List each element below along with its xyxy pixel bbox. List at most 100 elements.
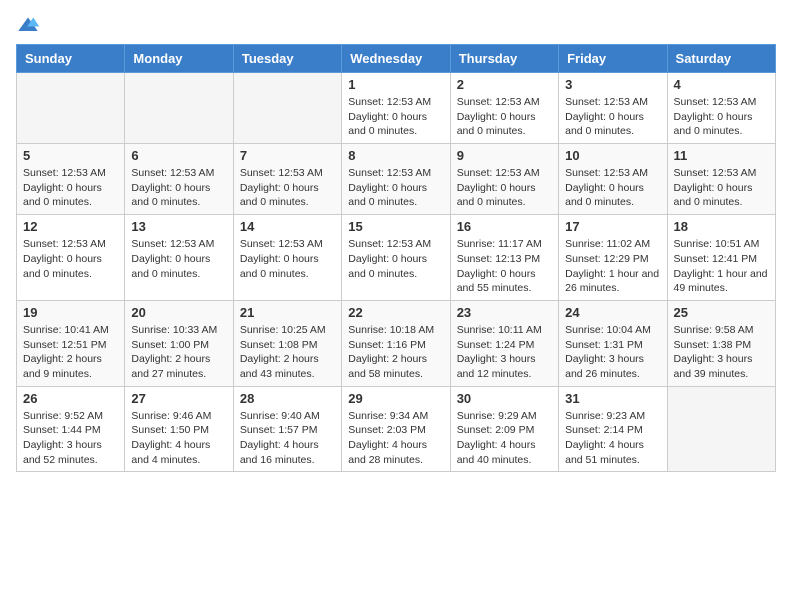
calendar-cell: 10 Sunset: 12:53 AM Daylight: 0 hours and… bbox=[559, 144, 667, 215]
calendar-cell: 30 Sunrise: 9:29 AM Sunset: 2:09 PM Dayli… bbox=[450, 386, 558, 472]
day-info: Sunrise: 9:29 AM Sunset: 2:09 PM Dayligh… bbox=[457, 409, 552, 468]
calendar-cell: 3 Sunset: 12:53 AM Daylight: 0 hours and … bbox=[559, 73, 667, 144]
day-info: Sunset: 12:53 AM Daylight: 0 hours and 0… bbox=[457, 166, 552, 210]
day-info: Sunset: 12:53 AM Daylight: 0 hours and 0… bbox=[23, 237, 118, 281]
day-info: Sunset: 12:53 AM Daylight: 0 hours and 0… bbox=[565, 95, 660, 139]
day-number: 14 bbox=[240, 219, 335, 234]
day-number: 29 bbox=[348, 391, 443, 406]
day-number: 12 bbox=[23, 219, 118, 234]
day-number: 31 bbox=[565, 391, 660, 406]
day-info: Sunset: 12:53 AM Daylight: 0 hours and 0… bbox=[457, 95, 552, 139]
day-info: Sunset: 12:53 AM Daylight: 0 hours and 0… bbox=[674, 166, 769, 210]
day-number: 21 bbox=[240, 305, 335, 320]
calendar-week-5: 26 Sunrise: 9:52 AM Sunset: 1:44 PM Dayli… bbox=[17, 386, 776, 472]
day-number: 25 bbox=[674, 305, 769, 320]
day-number: 1 bbox=[348, 77, 443, 92]
calendar-cell: 8 Sunset: 12:53 AM Daylight: 0 hours and … bbox=[342, 144, 450, 215]
day-number: 2 bbox=[457, 77, 552, 92]
calendar-week-1: 1 Sunset: 12:53 AM Daylight: 0 hours and … bbox=[17, 73, 776, 144]
calendar-cell: 17 Sunrise: 11:02 AM Sunset: 12:29 PM Day… bbox=[559, 215, 667, 301]
day-number: 16 bbox=[457, 219, 552, 234]
day-info: Sunrise: 9:58 AM Sunset: 1:38 PM Dayligh… bbox=[674, 323, 769, 382]
calendar-cell bbox=[233, 73, 341, 144]
weekday-header-wednesday: Wednesday bbox=[342, 45, 450, 73]
day-info: Sunrise: 9:23 AM Sunset: 2:14 PM Dayligh… bbox=[565, 409, 660, 468]
weekday-header-friday: Friday bbox=[559, 45, 667, 73]
calendar-cell: 29 Sunrise: 9:34 AM Sunset: 2:03 PM Dayli… bbox=[342, 386, 450, 472]
day-number: 30 bbox=[457, 391, 552, 406]
calendar-cell: 13Sunset: 12:53 AM Daylight: 0 hours and… bbox=[125, 215, 233, 301]
calendar-cell: 4 Sunset: 12:53 AM Daylight: 0 hours and … bbox=[667, 73, 775, 144]
calendar-cell bbox=[667, 386, 775, 472]
day-info: Sunset: 12:53 AM Daylight: 0 hours and 0… bbox=[348, 166, 443, 210]
day-number: 19 bbox=[23, 305, 118, 320]
calendar-header-row: SundayMondayTuesdayWednesdayThursdayFrid… bbox=[17, 45, 776, 73]
day-number: 10 bbox=[565, 148, 660, 163]
day-number: 4 bbox=[674, 77, 769, 92]
logo bbox=[16, 16, 44, 34]
calendar-cell: 7Sunset: 12:53 AM Daylight: 0 hours and … bbox=[233, 144, 341, 215]
calendar-cell: 15 Sunset: 12:53 AM Daylight: 0 hours and… bbox=[342, 215, 450, 301]
day-info: Sunrise: 11:17 AM Sunset: 12:13 PM Dayli… bbox=[457, 237, 552, 296]
calendar-cell: 22 Sunrise: 10:18 AM Sunset: 1:16 PM Dayl… bbox=[342, 300, 450, 386]
calendar-week-2: 5Sunset: 12:53 AM Daylight: 0 hours and … bbox=[17, 144, 776, 215]
weekday-header-sunday: Sunday bbox=[17, 45, 125, 73]
calendar-cell: 27Sunrise: 9:46 AM Sunset: 1:50 PM Dayli… bbox=[125, 386, 233, 472]
day-number: 26 bbox=[23, 391, 118, 406]
day-info: Sunrise: 11:02 AM Sunset: 12:29 PM Dayli… bbox=[565, 237, 660, 296]
logo-icon bbox=[16, 16, 40, 34]
day-number: 27 bbox=[131, 391, 226, 406]
day-info: Sunset: 12:53 AM Daylight: 0 hours and 0… bbox=[240, 237, 335, 281]
day-number: 6 bbox=[131, 148, 226, 163]
day-number: 24 bbox=[565, 305, 660, 320]
weekday-header-thursday: Thursday bbox=[450, 45, 558, 73]
calendar-cell: 25 Sunrise: 9:58 AM Sunset: 1:38 PM Dayli… bbox=[667, 300, 775, 386]
day-number: 17 bbox=[565, 219, 660, 234]
calendar-cell bbox=[17, 73, 125, 144]
day-info: Sunrise: 9:52 AM Sunset: 1:44 PM Dayligh… bbox=[23, 409, 118, 468]
calendar-cell: 18 Sunrise: 10:51 AM Sunset: 12:41 PM Day… bbox=[667, 215, 775, 301]
calendar-cell: 14 Sunset: 12:53 AM Daylight: 0 hours and… bbox=[233, 215, 341, 301]
day-info: Sunrise: 10:41 AM Sunset: 12:51 PM Dayli… bbox=[23, 323, 118, 382]
calendar-cell: 23 Sunrise: 10:11 AM Sunset: 1:24 PM Dayl… bbox=[450, 300, 558, 386]
calendar-cell bbox=[125, 73, 233, 144]
calendar-cell: 24 Sunrise: 10:04 AM Sunset: 1:31 PM Dayl… bbox=[559, 300, 667, 386]
calendar-cell: 16 Sunrise: 11:17 AM Sunset: 12:13 PM Day… bbox=[450, 215, 558, 301]
calendar-cell: 19 Sunrise: 10:41 AM Sunset: 12:51 PM Day… bbox=[17, 300, 125, 386]
day-number: 23 bbox=[457, 305, 552, 320]
calendar-cell: 2 Sunset: 12:53 AM Daylight: 0 hours and … bbox=[450, 73, 558, 144]
day-info: Sunset: 12:53 AM Daylight: 0 hours and 0… bbox=[674, 95, 769, 139]
day-info: Sunrise: 10:51 AM Sunset: 12:41 PM Dayli… bbox=[674, 237, 769, 296]
day-info: Sunset: 12:53 AM Daylight: 0 hours and 0… bbox=[565, 166, 660, 210]
day-number: 18 bbox=[674, 219, 769, 234]
day-number: 28 bbox=[240, 391, 335, 406]
calendar-cell: 1 Sunset: 12:53 AM Daylight: 0 hours and … bbox=[342, 73, 450, 144]
day-info: Sunrise: 9:34 AM Sunset: 2:03 PM Dayligh… bbox=[348, 409, 443, 468]
calendar-cell: 31 Sunrise: 9:23 AM Sunset: 2:14 PM Dayli… bbox=[559, 386, 667, 472]
day-info: Sunset: 12:53 AM Daylight: 0 hours and 0… bbox=[348, 95, 443, 139]
day-number: 8 bbox=[348, 148, 443, 163]
day-info: Sunrise: 10:04 AM Sunset: 1:31 PM Daylig… bbox=[565, 323, 660, 382]
day-number: 7 bbox=[240, 148, 335, 163]
day-number: 9 bbox=[457, 148, 552, 163]
calendar-cell: 26 Sunrise: 9:52 AM Sunset: 1:44 PM Dayli… bbox=[17, 386, 125, 472]
day-info: Sunset: 12:53 AM Daylight: 0 hours and 0… bbox=[23, 166, 118, 210]
day-number: 15 bbox=[348, 219, 443, 234]
calendar-cell: 11 Sunset: 12:53 AM Daylight: 0 hours and… bbox=[667, 144, 775, 215]
day-number: 22 bbox=[348, 305, 443, 320]
day-number: 13 bbox=[131, 219, 226, 234]
day-info: Sunrise: 10:25 AM Sunset: 1:08 PM Daylig… bbox=[240, 323, 335, 382]
day-number: 20 bbox=[131, 305, 226, 320]
day-number: 11 bbox=[674, 148, 769, 163]
calendar-cell: 9 Sunset: 12:53 AM Daylight: 0 hours and … bbox=[450, 144, 558, 215]
calendar-week-4: 19 Sunrise: 10:41 AM Sunset: 12:51 PM Day… bbox=[17, 300, 776, 386]
calendar-cell: 5Sunset: 12:53 AM Daylight: 0 hours and … bbox=[17, 144, 125, 215]
day-info: Sunrise: 10:18 AM Sunset: 1:16 PM Daylig… bbox=[348, 323, 443, 382]
calendar-week-3: 12 Sunset: 12:53 AM Daylight: 0 hours and… bbox=[17, 215, 776, 301]
day-number: 3 bbox=[565, 77, 660, 92]
calendar-cell: 6Sunset: 12:53 AM Daylight: 0 hours and … bbox=[125, 144, 233, 215]
day-info: Sunrise: 10:11 AM Sunset: 1:24 PM Daylig… bbox=[457, 323, 552, 382]
weekday-header-saturday: Saturday bbox=[667, 45, 775, 73]
calendar-cell: 12 Sunset: 12:53 AM Daylight: 0 hours and… bbox=[17, 215, 125, 301]
day-info: Sunset: 12:53 AM Daylight: 0 hours and 0… bbox=[348, 237, 443, 281]
